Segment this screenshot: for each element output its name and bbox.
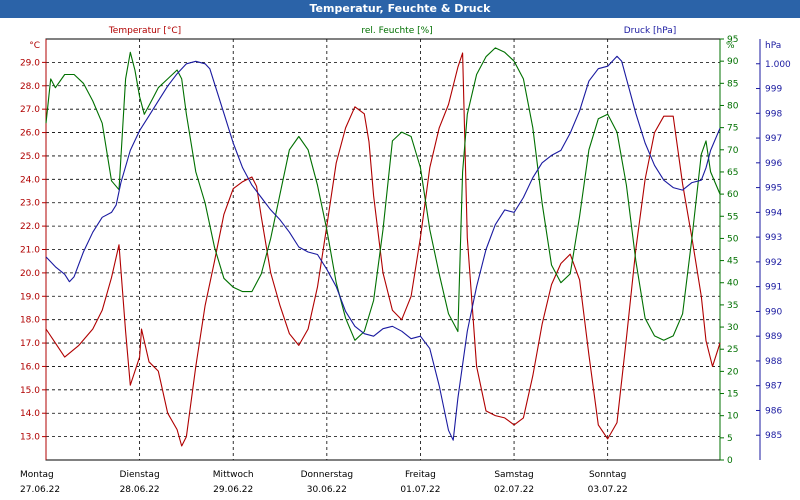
- temperature-tick-label: 28.0: [20, 82, 40, 92]
- x-day-label: Donnerstag: [301, 470, 354, 480]
- temperature-tick-label: 14.0: [20, 409, 40, 419]
- humidity-tick-label: 40: [727, 279, 739, 289]
- pressure-tick-label: 993: [765, 233, 782, 243]
- pressure-tick-label: 999: [765, 85, 782, 95]
- humidity-tick-label: 45: [727, 257, 738, 267]
- humidity-tick-label: 5: [727, 434, 733, 444]
- pressure-tick-label: 997: [765, 134, 782, 144]
- temperature-tick-label: 22.0: [20, 222, 40, 232]
- humidity-tick-label: 70: [727, 146, 739, 156]
- temperature-tick-label: 23.0: [20, 199, 40, 209]
- pressure-tick-label: 994: [765, 208, 782, 218]
- humidity-tick-label: 0: [727, 456, 733, 466]
- humidity-tick-label: 30: [727, 323, 739, 333]
- x-date-label: 30.06.22: [307, 485, 347, 495]
- pressure-tick-label: 995: [765, 184, 782, 194]
- temperature-tick-label: 29.0: [20, 58, 40, 68]
- temperature-tick-label: 20.0: [20, 269, 40, 279]
- chart-title: Temperatur, Feuchte & Druck: [0, 0, 800, 18]
- temperature-tick-label: 19.0: [20, 292, 40, 302]
- x-day-label: Samstag: [494, 470, 533, 480]
- humidity-tick-label: 20: [727, 367, 739, 377]
- humidity-tick-label: 75: [727, 124, 738, 134]
- temperature-tick-label: 18.0: [20, 316, 40, 326]
- x-axis-labels: Montag 27.06.22 Dienstag 28.06.22 Mittwoch 29…: [20, 470, 628, 495]
- x-date-label: 02.07.22: [494, 485, 534, 495]
- humidity-tick-label: 95: [727, 35, 738, 45]
- temperature-tick-label: 16.0: [20, 362, 40, 372]
- temperature-tick-label: 24.0: [20, 175, 40, 185]
- x-day-label: Sonntag: [589, 470, 626, 480]
- pressure-tick-label: 992: [765, 258, 782, 268]
- x-day-label: Mittwoch: [213, 470, 254, 480]
- pressure-tick-label: 990: [765, 307, 782, 317]
- temperature-tick-label: 13.0: [20, 433, 40, 443]
- humidity-tick-label: 85: [727, 79, 738, 89]
- x-date-label: 29.06.22: [213, 485, 253, 495]
- pressure-tick-label: 989: [765, 332, 782, 342]
- pressure-axis-label: Druck [hPa]: [624, 26, 677, 36]
- temperature-tick-label: 15.0: [20, 386, 40, 396]
- temperature-tick-label: 27.0: [20, 105, 40, 115]
- pressure-tick-label: 987: [765, 382, 782, 392]
- x-day-label: Freitag: [405, 470, 436, 480]
- pressure-tick-label: 988: [765, 357, 782, 367]
- humidity-tick-label: 10: [727, 412, 739, 422]
- x-day-label: Montag: [20, 470, 54, 480]
- temperature-tick-label: 17.0: [20, 339, 40, 349]
- temperature-tick-label: 26.0: [20, 129, 40, 139]
- x-day-label: Dienstag: [120, 470, 160, 480]
- humidity-tick-label: 55: [727, 212, 738, 222]
- humidity-tick-label: 60: [727, 190, 739, 200]
- humidity-tick-label: 25: [727, 345, 738, 355]
- pressure-tick-label: 996: [765, 159, 782, 169]
- humidity-axis-label: rel. Feuchte [%]: [361, 26, 432, 36]
- weather-chart: Temperatur [°C] rel. Feuchte [%] Druck […: [20, 26, 791, 495]
- pressure-tick-label: 985: [765, 431, 782, 441]
- x-date-label: 27.06.22: [20, 485, 60, 495]
- humidity-tick-label: 65: [727, 168, 738, 178]
- pressure-tick-label: 986: [765, 406, 782, 416]
- pressure-tick-label: 998: [765, 109, 782, 119]
- temperature-unit: °C: [29, 41, 40, 51]
- x-date-label: 03.07.22: [588, 485, 628, 495]
- x-date-label: 01.07.22: [400, 485, 440, 495]
- humidity-tick-label: 50: [727, 234, 739, 244]
- temperature-axis-label: Temperatur [°C]: [108, 26, 181, 36]
- humidity-tick-label: 15: [727, 390, 738, 400]
- humidity-tick-label: 90: [727, 57, 739, 67]
- humidity-tick-label: 35: [727, 301, 738, 311]
- pressure-unit: hPa: [765, 41, 781, 51]
- pressure-tick-label: 1.000: [765, 60, 791, 70]
- temperature-tick-label: 21.0: [20, 246, 40, 256]
- pressure-tick-label: 991: [765, 283, 782, 293]
- x-date-label: 28.06.22: [120, 485, 160, 495]
- temperature-tick-label: 25.0: [20, 152, 40, 162]
- humidity-tick-label: 80: [727, 101, 739, 111]
